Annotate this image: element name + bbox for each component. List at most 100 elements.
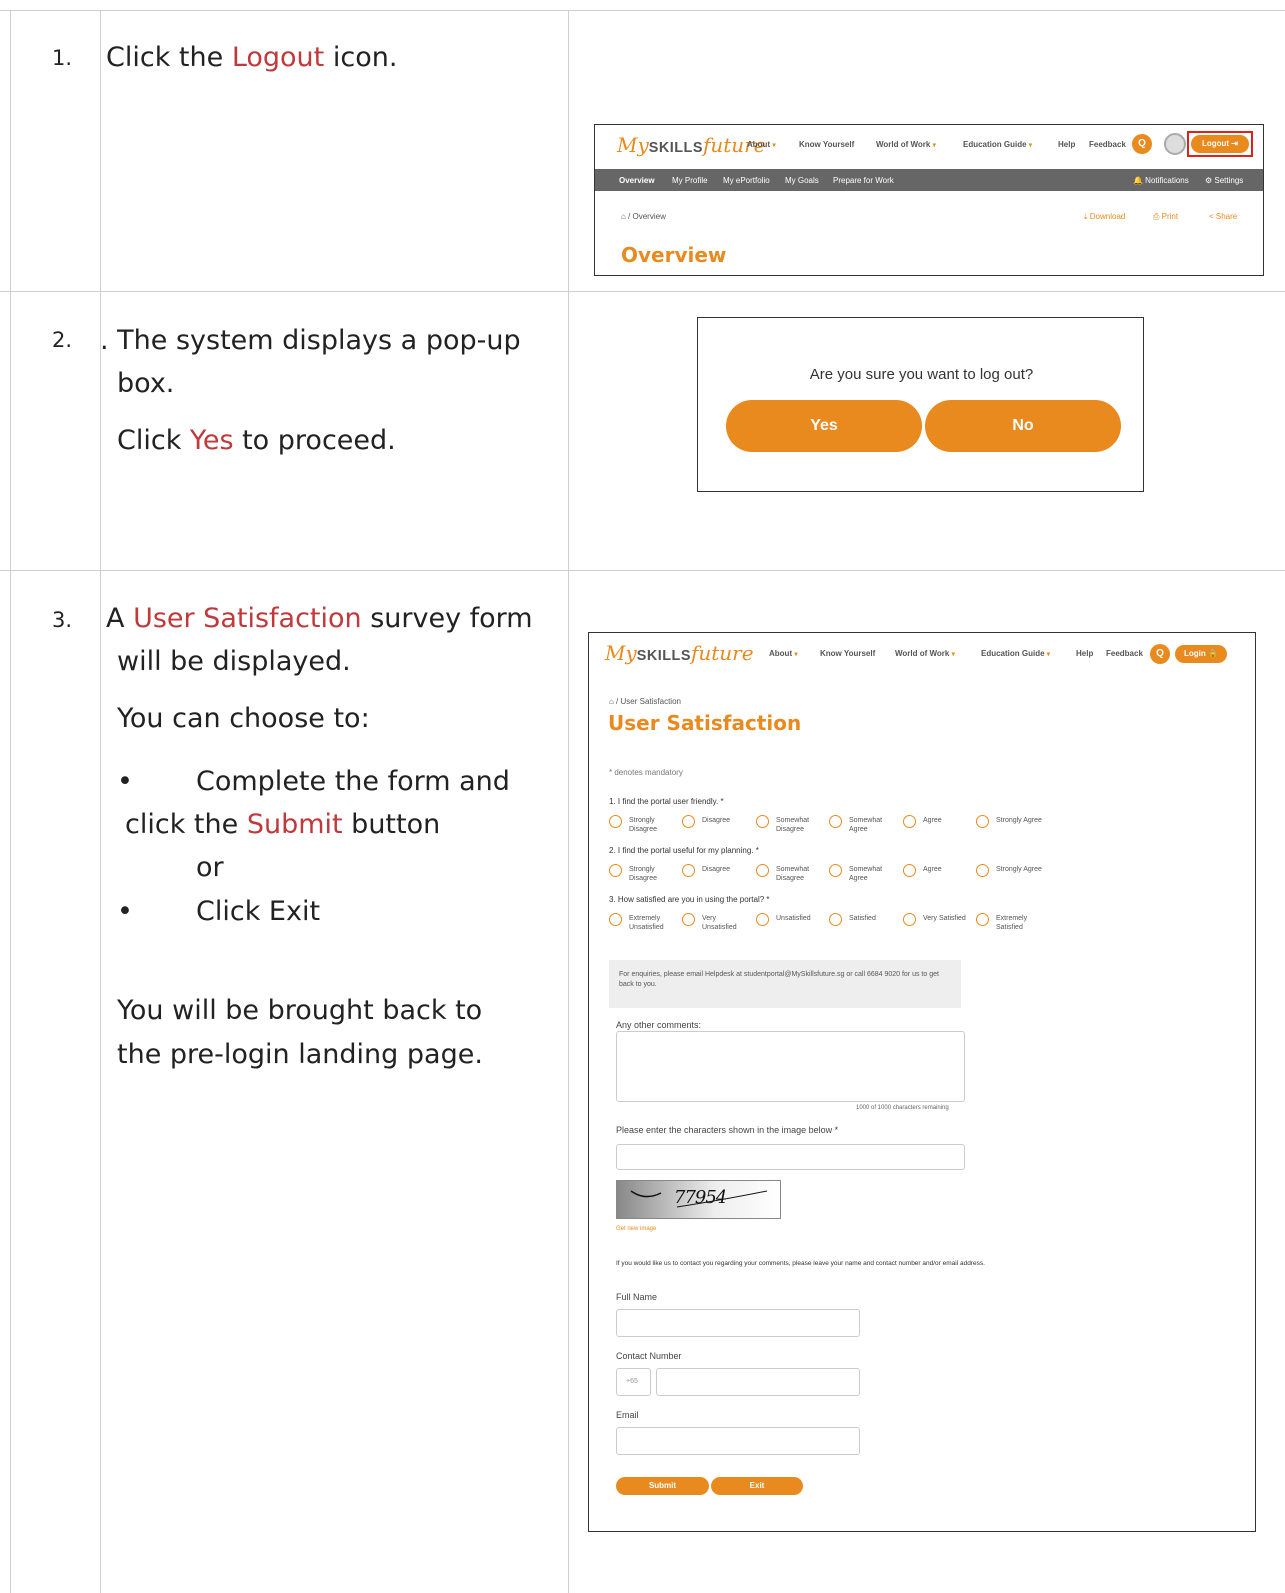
q3-radio[interactable]: [756, 913, 769, 926]
nav-help[interactable]: Help: [1058, 140, 1075, 149]
avatar[interactable]: [1164, 133, 1186, 155]
logout-confirm-dialog: Are you sure you want to log out? Yes No: [697, 317, 1144, 492]
q3-option-label: Very Unsatisfied: [702, 915, 737, 931]
instruction-text: A: [106, 603, 134, 634]
step-2-line-2: box.: [117, 368, 175, 399]
download-link[interactable]: ⤓ Download: [1084, 212, 1125, 222]
q1-option-label: Disagree: [702, 817, 731, 824]
q2-radio[interactable]: [976, 864, 989, 877]
q3-radio[interactable]: [609, 913, 622, 926]
exit-button[interactable]: Exit: [711, 1477, 803, 1495]
question-1: 1. I find the portal user friendly. *: [609, 797, 724, 806]
logo-my: My: [617, 133, 649, 157]
submit-button[interactable]: Submit: [616, 1477, 709, 1495]
nav-about[interactable]: About ▾: [769, 649, 798, 658]
settings-link[interactable]: ⚙ Settings: [1205, 176, 1243, 185]
q3-option-label: Very Satisfied: [923, 915, 966, 922]
step-3-line-1: A User Satisfaction survey form: [106, 597, 533, 641]
q2-option-label: Strongly Agree: [996, 866, 1042, 873]
full-name-label: Full Name: [616, 1292, 658, 1302]
bullet-icon: •: [117, 766, 133, 797]
nav-education-guide[interactable]: Education Guide ▾: [981, 649, 1050, 658]
share-link[interactable]: < Share: [1209, 212, 1237, 221]
q1-option-label: Somewhat Disagree: [776, 817, 810, 833]
yes-button[interactable]: Yes: [726, 400, 922, 452]
logo-my: My: [605, 641, 637, 665]
chevron-down-icon: ▾: [772, 142, 776, 149]
contact-note: If you would like us to contact you rega…: [616, 1260, 985, 1267]
row-divider-2: [0, 570, 1285, 571]
chevron-down-icon: ▾: [794, 651, 798, 658]
no-button[interactable]: No: [925, 400, 1121, 452]
q3-option-label: Extremely Satisfied: [996, 915, 1028, 931]
nav-label: World of Work: [876, 140, 931, 149]
enquiry-text: For enquiries, please email Helpdesk at …: [619, 971, 939, 988]
step-3-bullet-2: Click Exit: [196, 896, 321, 927]
nav-feedback[interactable]: Feedback: [1089, 140, 1126, 149]
q1-radio[interactable]: [903, 815, 916, 828]
get-new-image-link[interactable]: Get new image: [616, 1226, 656, 1232]
country-code: +65: [626, 1378, 638, 1385]
full-name-input[interactable]: [616, 1309, 860, 1337]
subnav-prepare-for-work[interactable]: Prepare for Work: [833, 176, 894, 185]
nav-about[interactable]: About ▾: [747, 140, 776, 149]
enquiry-box: For enquiries, please email Helpdesk at …: [609, 960, 961, 1008]
q1-radio[interactable]: [829, 815, 842, 828]
subnav-overview[interactable]: Overview: [619, 176, 655, 185]
q2-radio[interactable]: [829, 864, 842, 877]
step-3-or: or: [196, 852, 224, 883]
instruction-text: icon.: [324, 42, 398, 73]
question-3: 3. How satisfied are you in using the po…: [609, 895, 770, 904]
step-3-line-3: You can choose to:: [117, 703, 370, 734]
q2-radio[interactable]: [609, 864, 622, 877]
email-input[interactable]: [616, 1427, 860, 1455]
captcha-input[interactable]: [616, 1144, 965, 1170]
q3-option-label: Extremely Unsatisfied: [629, 915, 664, 931]
nav-education-guide[interactable]: Education Guide ▾: [963, 140, 1032, 149]
q1-radio[interactable]: [609, 815, 622, 828]
q1-radio[interactable]: [682, 815, 695, 828]
column-divider-2: [568, 10, 569, 1593]
instruction-text: Click: [117, 425, 190, 456]
subnav-my-profile[interactable]: My Profile: [672, 176, 708, 185]
search-icon[interactable]: Q: [1132, 134, 1152, 154]
q1-radio[interactable]: [976, 815, 989, 828]
highlight-user-satisfaction: User Satisfaction: [133, 603, 362, 634]
nav-help[interactable]: Help: [1076, 649, 1093, 658]
q3-radio[interactable]: [903, 913, 916, 926]
logout-highlight-box: [1187, 131, 1253, 157]
q2-radio[interactable]: [682, 864, 695, 877]
q2-option-label: Strongly Disagree: [629, 866, 658, 882]
table-border-top: [0, 10, 1285, 11]
comments-textarea[interactable]: [616, 1031, 965, 1102]
bullet-icon: •: [117, 896, 133, 927]
chevron-down-icon: ▾: [1028, 142, 1033, 149]
highlight-yes: Yes: [189, 425, 234, 456]
breadcrumb[interactable]: ⌂ / Overview: [621, 212, 666, 221]
nav-know-yourself[interactable]: Know Yourself: [820, 649, 875, 658]
login-button[interactable]: Login 🔒: [1175, 645, 1227, 663]
page-title: User Satisfaction: [608, 711, 802, 735]
subnav-my-eportfolio[interactable]: My ePortfolio: [723, 176, 770, 185]
nav-know-yourself[interactable]: Know Yourself: [799, 140, 854, 149]
q1-radio[interactable]: [756, 815, 769, 828]
nav-world-of-work[interactable]: World of Work ▾: [895, 649, 955, 658]
bullet-dot: .: [100, 325, 118, 356]
q2-option-label: Agree: [923, 866, 942, 873]
q2-radio[interactable]: [756, 864, 769, 877]
nav-feedback[interactable]: Feedback: [1106, 649, 1143, 658]
contact-number-input[interactable]: [656, 1368, 860, 1396]
search-icon[interactable]: Q: [1150, 644, 1170, 664]
print-link[interactable]: ⎙ Print: [1153, 212, 1178, 222]
breadcrumb[interactable]: ⌂ / User Satisfaction: [609, 697, 681, 706]
highlight-submit: Submit: [246, 809, 343, 840]
nav-world-of-work[interactable]: World of Work ▾: [876, 140, 936, 149]
step-number: 3.: [52, 608, 73, 632]
q3-radio[interactable]: [682, 913, 695, 926]
notifications-link[interactable]: 🔔 Notifications: [1133, 176, 1189, 185]
q3-radio[interactable]: [829, 913, 842, 926]
subnav-my-goals[interactable]: My Goals: [785, 176, 819, 185]
q3-radio[interactable]: [976, 913, 989, 926]
q2-option-label: Somewhat Disagree: [776, 866, 810, 882]
q2-radio[interactable]: [903, 864, 916, 877]
